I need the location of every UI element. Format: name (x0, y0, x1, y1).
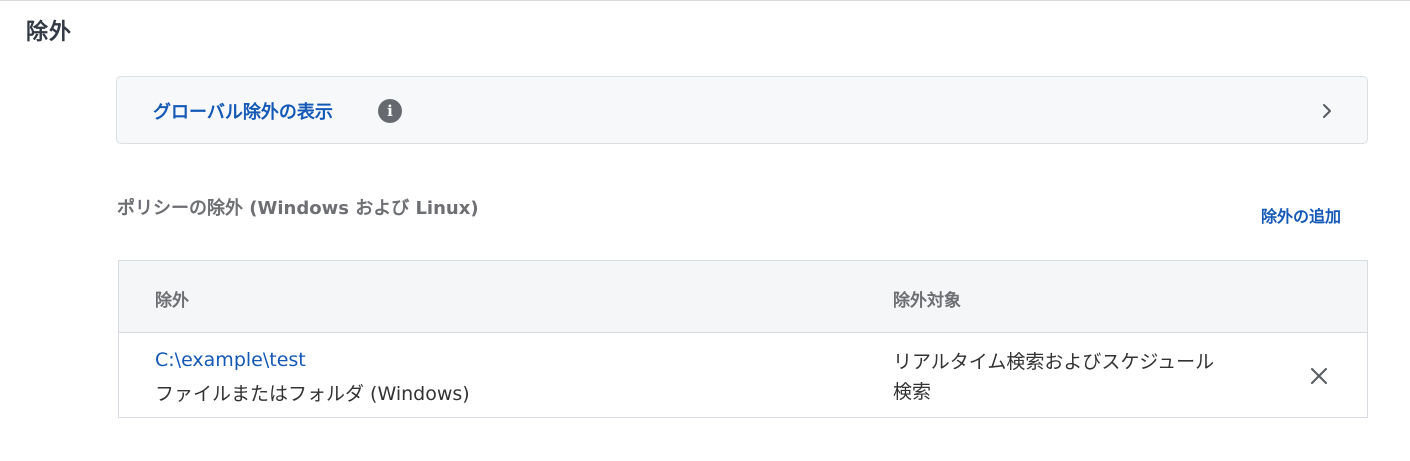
global-exclusions-panel[interactable]: グローバル除外の表示 i (116, 76, 1368, 144)
section-title: 除外 (26, 20, 73, 45)
exclusion-target: リアルタイム検索およびスケジュール検索 (893, 351, 1215, 403)
exclusion-type: ファイルまたはフォルダ (Windows) (155, 383, 470, 405)
exclusions-table: 除外 除外対象 C:\example\test ファイルまたはフォルダ (Win… (118, 260, 1368, 418)
top-divider (0, 0, 1410, 1)
table-header: 除外 除外対象 (119, 261, 1367, 333)
policy-exclusions-title: ポリシーの除外 (Windows および Linux) (117, 198, 479, 219)
close-icon[interactable] (1307, 364, 1331, 388)
info-icon[interactable]: i (378, 99, 402, 123)
add-exclusion-link[interactable]: 除外の追加 (1261, 203, 1341, 227)
column-header-target: 除外対象 (893, 291, 961, 311)
exclusion-path-link[interactable]: C:\example\test (155, 349, 306, 371)
column-header-exclusion: 除外 (155, 291, 189, 311)
global-exclusions-label[interactable]: グローバル除外の表示 (153, 98, 333, 124)
chevron-right-icon[interactable] (1317, 101, 1337, 121)
table-row: C:\example\test ファイルまたはフォルダ (Windows) リア… (119, 333, 1367, 417)
